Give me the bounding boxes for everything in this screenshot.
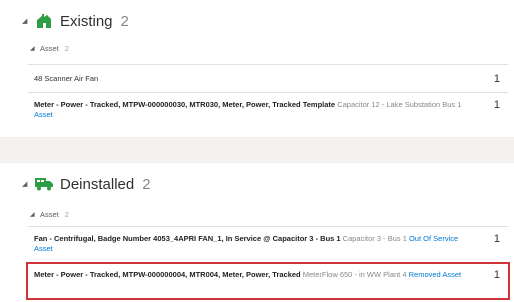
collapse-caret-icon[interactable]: ◢ [30,211,40,218]
existing-group-header[interactable]: ◢ Existing 2 [22,10,129,32]
item-name: 48 Scanner Air Fan [34,74,99,83]
collapse-caret-icon[interactable]: ◢ [22,17,34,25]
item-count: 1 [493,233,500,245]
deinstalled-asset-subgroup[interactable]: ◢ Asset 2 [30,207,69,221]
selection-highlight [26,262,510,300]
collapse-caret-icon[interactable]: ◢ [22,180,34,188]
item-detail: Capacitor 12 - Lake Substation Bus 1 [337,100,462,109]
item-status-link[interactable]: Asset [34,110,53,119]
existing-title: Existing [60,12,113,30]
item-count: 1 [493,73,500,85]
deinstalled-count: 2 [142,175,151,193]
existing-count: 2 [120,12,129,30]
item-detail: Capacitor 3 - Bus 1 [342,234,407,243]
existing-section: ◢ Existing 2 ◢ Asset 2 48 Scanner Air Fa… [0,0,514,137]
item-count: 1 [493,99,500,111]
truck-icon [34,176,54,192]
list-item[interactable]: Meter - Power - Tracked, MTPW-000000030,… [28,92,508,130]
collapse-caret-icon[interactable]: ◢ [30,45,40,52]
subgroup-label: Asset [40,209,59,219]
deinstalled-title: Deinstalled [60,175,135,193]
subgroup-count: 2 [64,209,69,219]
list-item[interactable]: Fan - Centrifugal, Badge Number 4053_4AP… [28,226,508,262]
subgroup-label: Asset [40,43,59,53]
building-icon [34,13,54,29]
existing-asset-subgroup[interactable]: ◢ Asset 2 [30,41,69,55]
subgroup-count: 2 [64,43,69,53]
item-name: Fan - Centrifugal, Badge Number 4053_4AP… [34,234,341,243]
item-name: Meter - Power - Tracked, MTPW-000000030,… [34,100,336,109]
list-item[interactable]: 48 Scanner Air Fan 1 [28,64,508,92]
deinstalled-group-header[interactable]: ◢ Deinstalled 2 [22,173,151,195]
section-divider [0,137,514,163]
